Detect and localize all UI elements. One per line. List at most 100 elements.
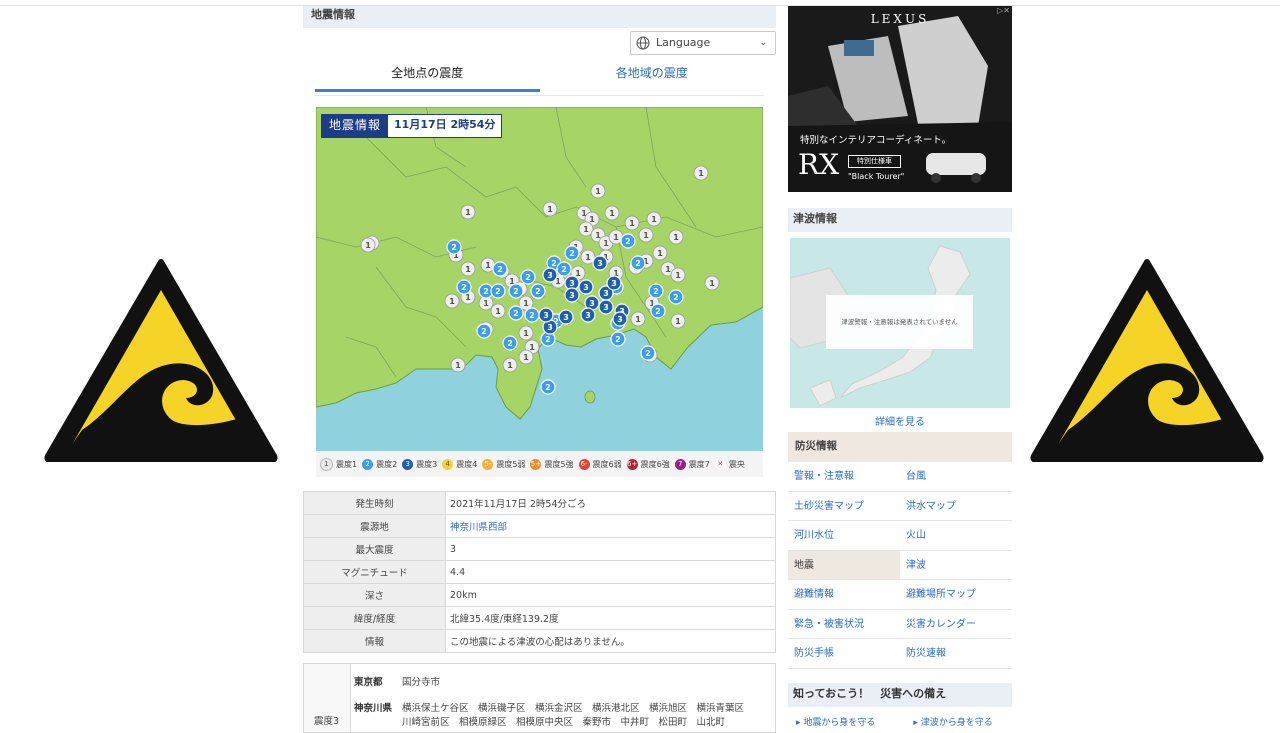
station-intensity-label: 3 xyxy=(597,259,603,268)
bousai-link[interactable]: 警報・注意報 xyxy=(788,462,900,492)
ad-brand: LEXUS xyxy=(870,12,930,26)
station-intensity-label: 3 xyxy=(603,303,609,312)
map-badge: 地震情報 11月17日 2時54分 xyxy=(321,114,503,138)
station-intensity-label: 2 xyxy=(653,287,659,296)
bousai-link[interactable]: 津波 xyxy=(900,551,1012,580)
bousai-link[interactable]: 災害カレンダー xyxy=(900,610,1012,639)
legend-item: 6- 震度6弱 xyxy=(578,458,622,470)
station-intensity-label: 1 xyxy=(529,343,535,352)
bousai-link-current[interactable]: 地震 xyxy=(788,550,900,580)
station-intensity-label: 1 xyxy=(523,353,529,362)
tab-all-points[interactable]: 全地点の震度 xyxy=(315,57,540,92)
station-intensity-label: 2 xyxy=(461,283,467,292)
bousai-link[interactable]: 火山 xyxy=(900,521,1012,551)
preparedness-link[interactable]: ▸ 津波から身を守る xyxy=(913,715,992,728)
tsunami-title: 津波情報 xyxy=(788,208,1012,232)
detail-key: 情報 xyxy=(303,629,446,653)
station-intensity-label: 3 xyxy=(569,279,575,288)
station-intensity-label: 3 xyxy=(543,311,549,320)
legend-item: 1 震度1 xyxy=(320,457,357,471)
station-intensity-label: 1 xyxy=(547,205,553,214)
advertisement-banner[interactable]: LEXUS ▷✕ 特別なインテリアコーディネート。 RX 特別仕様車 "Blac… xyxy=(788,6,1012,192)
legend-swatch: 2 xyxy=(362,458,374,470)
legend-swatch: 5+ xyxy=(530,458,542,470)
epicenter-link[interactable]: 神奈川県西部 xyxy=(445,514,776,538)
station-intensity-label: 3 xyxy=(569,291,575,300)
station-intensity-label: 2 xyxy=(481,327,487,336)
legend-swatch: 3 xyxy=(402,458,414,470)
intensity-map[interactable]: 1111111111111111111111111111111111111111… xyxy=(316,107,763,451)
city-list: 国分寺市 xyxy=(402,677,441,688)
legend-label: 震央 xyxy=(728,459,745,469)
ad-close-icon[interactable]: ▷✕ xyxy=(997,6,1010,15)
tsunami-details-link[interactable]: 詳細を見る xyxy=(788,413,1012,428)
intensity-level-cell: 震度3 xyxy=(304,664,351,732)
tsunami-map[interactable]: 津波警報・注意報は発表されていません xyxy=(790,238,1010,408)
legend-swatch: 4 xyxy=(442,458,454,470)
bousai-link[interactable]: 避難場所マップ xyxy=(900,580,1012,610)
station-intensity-label: 1 xyxy=(657,249,663,258)
preparedness-link[interactable]: ▸ 地震から身を守る xyxy=(796,715,875,728)
bousai-link[interactable]: 土砂災害マップ xyxy=(788,492,900,521)
station-intensity-label: 2 xyxy=(451,243,457,252)
detail-key: 緯度/経度 xyxy=(303,606,446,630)
bousai-link[interactable]: 台風 xyxy=(900,462,1012,492)
station-intensity-label: 1 xyxy=(635,315,641,324)
station-intensity-label: 1 xyxy=(485,261,491,270)
table-row: 最大震度 3 xyxy=(303,537,776,561)
table-row: 情報 この地震による津波の心配はありません。 xyxy=(303,629,776,653)
legend-swatch: 1 xyxy=(320,457,333,471)
city-list: 横浜保土ケ谷区 横浜磯子区 横浜金沢区 横浜港北区 横浜旭区 横浜青葉区 xyxy=(402,703,745,714)
station-intensity-label: 2 xyxy=(673,293,679,302)
station-intensity-label: 3 xyxy=(617,315,623,324)
station-intensity-label: 2 xyxy=(497,265,503,274)
legend-label: 震度3 xyxy=(416,459,438,469)
station-intensity-label: 2 xyxy=(529,311,535,320)
detail-value: 4.4 xyxy=(445,560,776,584)
station-intensity-label: 1 xyxy=(483,299,489,308)
legend-swatch: 6- xyxy=(578,458,590,470)
station-intensity-label: 1 xyxy=(609,209,615,218)
station-intensity-label: 1 xyxy=(643,231,649,240)
bousai-link[interactable]: 河川水位 xyxy=(788,521,900,551)
legend-label: 震度5弱 xyxy=(496,459,526,469)
bousai-link[interactable]: 防災速報 xyxy=(900,639,1012,669)
station-intensity-label: 2 xyxy=(655,307,661,316)
detail-value: 北緯35.4度/東経139.2度 xyxy=(445,606,776,630)
station-intensity-label: 2 xyxy=(513,309,519,318)
station-intensity-label: 1 xyxy=(583,225,589,234)
bousai-link[interactable]: 防災手帳 xyxy=(788,639,900,669)
bousai-link[interactable]: 洪水マップ xyxy=(900,492,1012,521)
station-intensity-label: 3 xyxy=(585,311,591,320)
legend-item: 2 震度2 xyxy=(362,458,397,470)
station-intensity-label: 1 xyxy=(449,297,455,306)
language-select[interactable]: Language ⌄ xyxy=(630,31,776,55)
tsunami-warning-icon xyxy=(44,259,278,462)
bousai-link[interactable]: 避難情報 xyxy=(788,580,900,610)
station-intensity-label: 2 xyxy=(495,287,501,296)
station-intensity-label: 1 xyxy=(495,307,501,316)
legend-swatch: 7 xyxy=(674,458,686,470)
tab-regions[interactable]: 各地域の震度 xyxy=(540,57,765,89)
legend-label: 震度7 xyxy=(688,459,710,469)
city-list: 川崎宮前区 相模原緑区 相模原中央区 秦野市 中井町 松田町 山北町 xyxy=(402,717,726,728)
detail-key: 発生時刻 xyxy=(303,491,446,515)
table-row: 深さ 20km xyxy=(303,583,776,607)
station-intensity-label: 3 xyxy=(547,323,553,332)
earthquake-info-panel: 地震情報 Language ⌄ 全地点の震度 各地域の震度 1 1 1 1 1 … xyxy=(303,6,776,733)
language-row: Language ⌄ xyxy=(303,31,776,57)
station-intensity-label: 1 xyxy=(603,239,609,248)
station-intensity-label: 1 xyxy=(365,241,371,250)
station-intensity-label: 1 xyxy=(585,253,591,262)
station-intensity-label: 2 xyxy=(545,383,551,392)
station-intensity-label: 3 xyxy=(589,299,595,308)
earthquake-details-table: 発生時刻 2021年11月17日 2時54分ごろ 震源地 神奈川県西部 最大震度 3 … xyxy=(303,491,776,653)
preparedness-links: ▸ 地震から身を守る ▸ 津波から身を守る xyxy=(788,715,1012,728)
legend-swatch: 6+ xyxy=(626,458,638,470)
legend-label: 震度6強 xyxy=(640,459,670,469)
table-row: マグニチュード 4.4 xyxy=(303,560,776,584)
bousai-link[interactable]: 緊急・被害状況 xyxy=(788,610,900,639)
table-row: 発生時刻 2021年11月17日 2時54分ごろ xyxy=(303,491,776,515)
legend-item: 5- 震度5弱 xyxy=(482,458,526,470)
station-intensity-label: 3 xyxy=(583,283,589,292)
